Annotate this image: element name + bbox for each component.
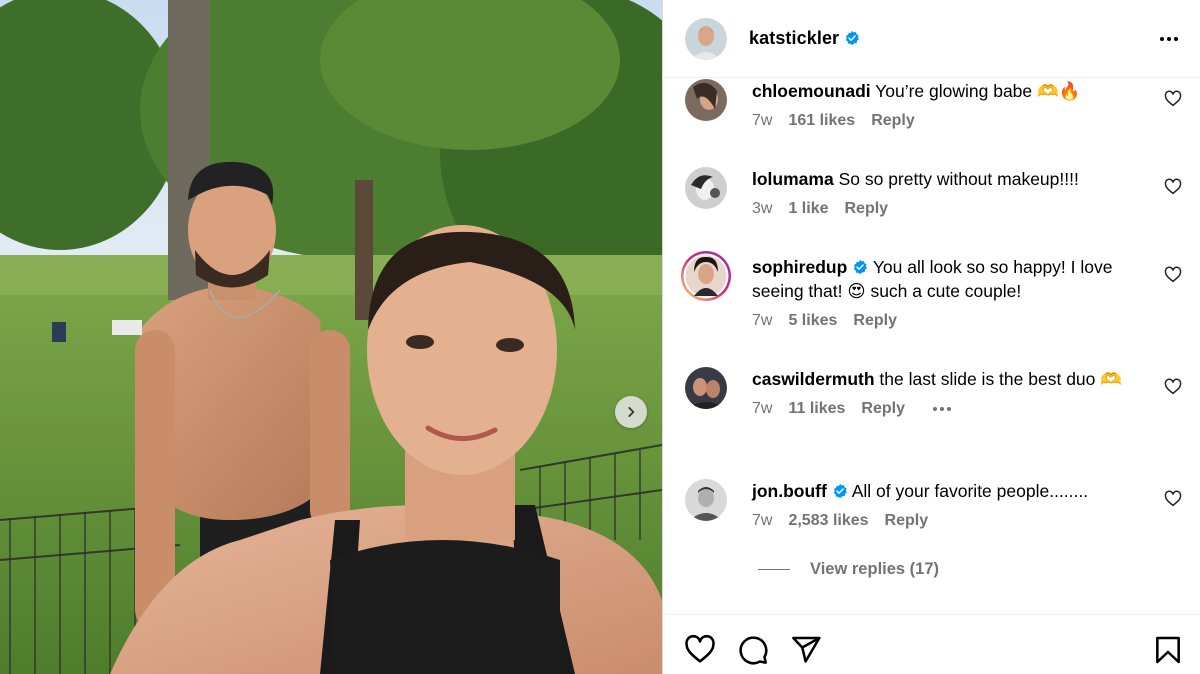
heart-icon[interactable] (1164, 178, 1182, 196)
share-icon[interactable] (790, 634, 822, 666)
comment-time: 7w (752, 112, 773, 129)
comment-time: 7w (752, 400, 773, 417)
comment-time: 3w (752, 200, 773, 217)
comment-likes[interactable]: 2,583 likes (788, 512, 868, 530)
reply-button[interactable]: Reply (853, 312, 897, 330)
comment-meta: 7w 11 likes Reply (752, 400, 1182, 418)
reply-button[interactable]: Reply (871, 112, 915, 130)
more-options-button[interactable] (1158, 31, 1180, 47)
comment-username[interactable]: chloemounadi (752, 81, 871, 101)
commenter-avatar[interactable] (685, 479, 727, 521)
comment-more-button[interactable] (932, 407, 951, 411)
verified-badge-icon (854, 260, 868, 274)
more-icon (932, 407, 937, 411)
comment-time: 7w (752, 312, 773, 329)
comment-likes[interactable]: 5 likes (788, 312, 837, 330)
comment-text: lolumama So so pretty without makeup!!!! (752, 169, 1079, 189)
comment-likes[interactable]: 11 likes (788, 400, 845, 418)
comment-text: chloemounadi You’re glowing babe 🫶🔥 (752, 81, 1081, 101)
post-header: katstickler (663, 0, 1200, 78)
comment-item: sophiredup You all look so so happy! I l… (681, 251, 1182, 330)
comment-text: sophiredup You all look so so happy! I l… (752, 257, 1113, 301)
comment-meta: 3w 1 like Reply (752, 200, 1182, 218)
comment-text: jon.bouff All of your favorite people...… (752, 481, 1089, 501)
verified-badge-icon (833, 484, 847, 498)
next-slide-button[interactable] (615, 396, 647, 428)
reply-button[interactable]: Reply (885, 512, 929, 530)
comment-username[interactable]: sophiredup (752, 257, 847, 277)
comment-text: caswildermuth the last slide is the best… (752, 369, 1123, 389)
commenter-avatar-story[interactable] (680, 250, 732, 302)
view-replies-button[interactable]: View replies (17) (758, 560, 939, 579)
heart-icon[interactable] (1164, 378, 1182, 396)
heart-icon[interactable] (1164, 266, 1182, 284)
comment-likes[interactable]: 161 likes (788, 112, 855, 130)
heart-icon[interactable] (1164, 490, 1182, 508)
reply-button[interactable]: Reply (861, 400, 905, 418)
bookmark-icon[interactable] (1152, 634, 1184, 666)
divider (758, 569, 790, 570)
more-icon (1160, 36, 1164, 41)
commenter-avatar[interactable] (685, 367, 727, 409)
verified-badge-icon (845, 31, 860, 45)
comment-username[interactable]: jon.bouff (752, 481, 827, 501)
comment-meta: 7w 161 likes Reply (752, 112, 1182, 130)
action-bar (663, 614, 1200, 674)
comment-username[interactable]: caswildermuth (752, 369, 875, 389)
comment-icon[interactable] (737, 634, 769, 666)
chevron-right-icon (628, 407, 635, 417)
post-photo (0, 0, 662, 674)
comment-likes[interactable]: 1 like (788, 200, 828, 218)
commenter-avatar[interactable] (685, 167, 727, 209)
comment-meta: 7w 2,583 likes Reply (752, 512, 1182, 530)
author-username[interactable]: katstickler (749, 28, 860, 49)
commenter-avatar[interactable] (685, 79, 727, 121)
comment-username[interactable]: lolumama (752, 169, 834, 189)
post-sidebar: katstickler chloemounadi You’re glowing … (662, 0, 1200, 674)
author-avatar[interactable] (685, 17, 727, 60)
reply-button[interactable]: Reply (844, 200, 888, 218)
comment-item: chloemounadi You’re glowing babe 🫶🔥 7w 1… (685, 79, 1182, 130)
comment-list: chloemounadi You’re glowing babe 🫶🔥 7w 1… (663, 79, 1200, 614)
comment-meta: 7w 5 likes Reply (752, 312, 1182, 330)
comment-item: caswildermuth the last slide is the best… (685, 367, 1182, 418)
heart-icon[interactable] (1164, 90, 1182, 108)
comment-item: jon.bouff All of your favorite people...… (685, 479, 1182, 530)
comment-item: lolumama So so pretty without makeup!!!!… (685, 167, 1182, 218)
post-image (0, 0, 662, 674)
heart-icon[interactable] (684, 634, 716, 666)
comment-time: 7w (752, 512, 773, 529)
view-replies-label: View replies (17) (810, 560, 940, 578)
